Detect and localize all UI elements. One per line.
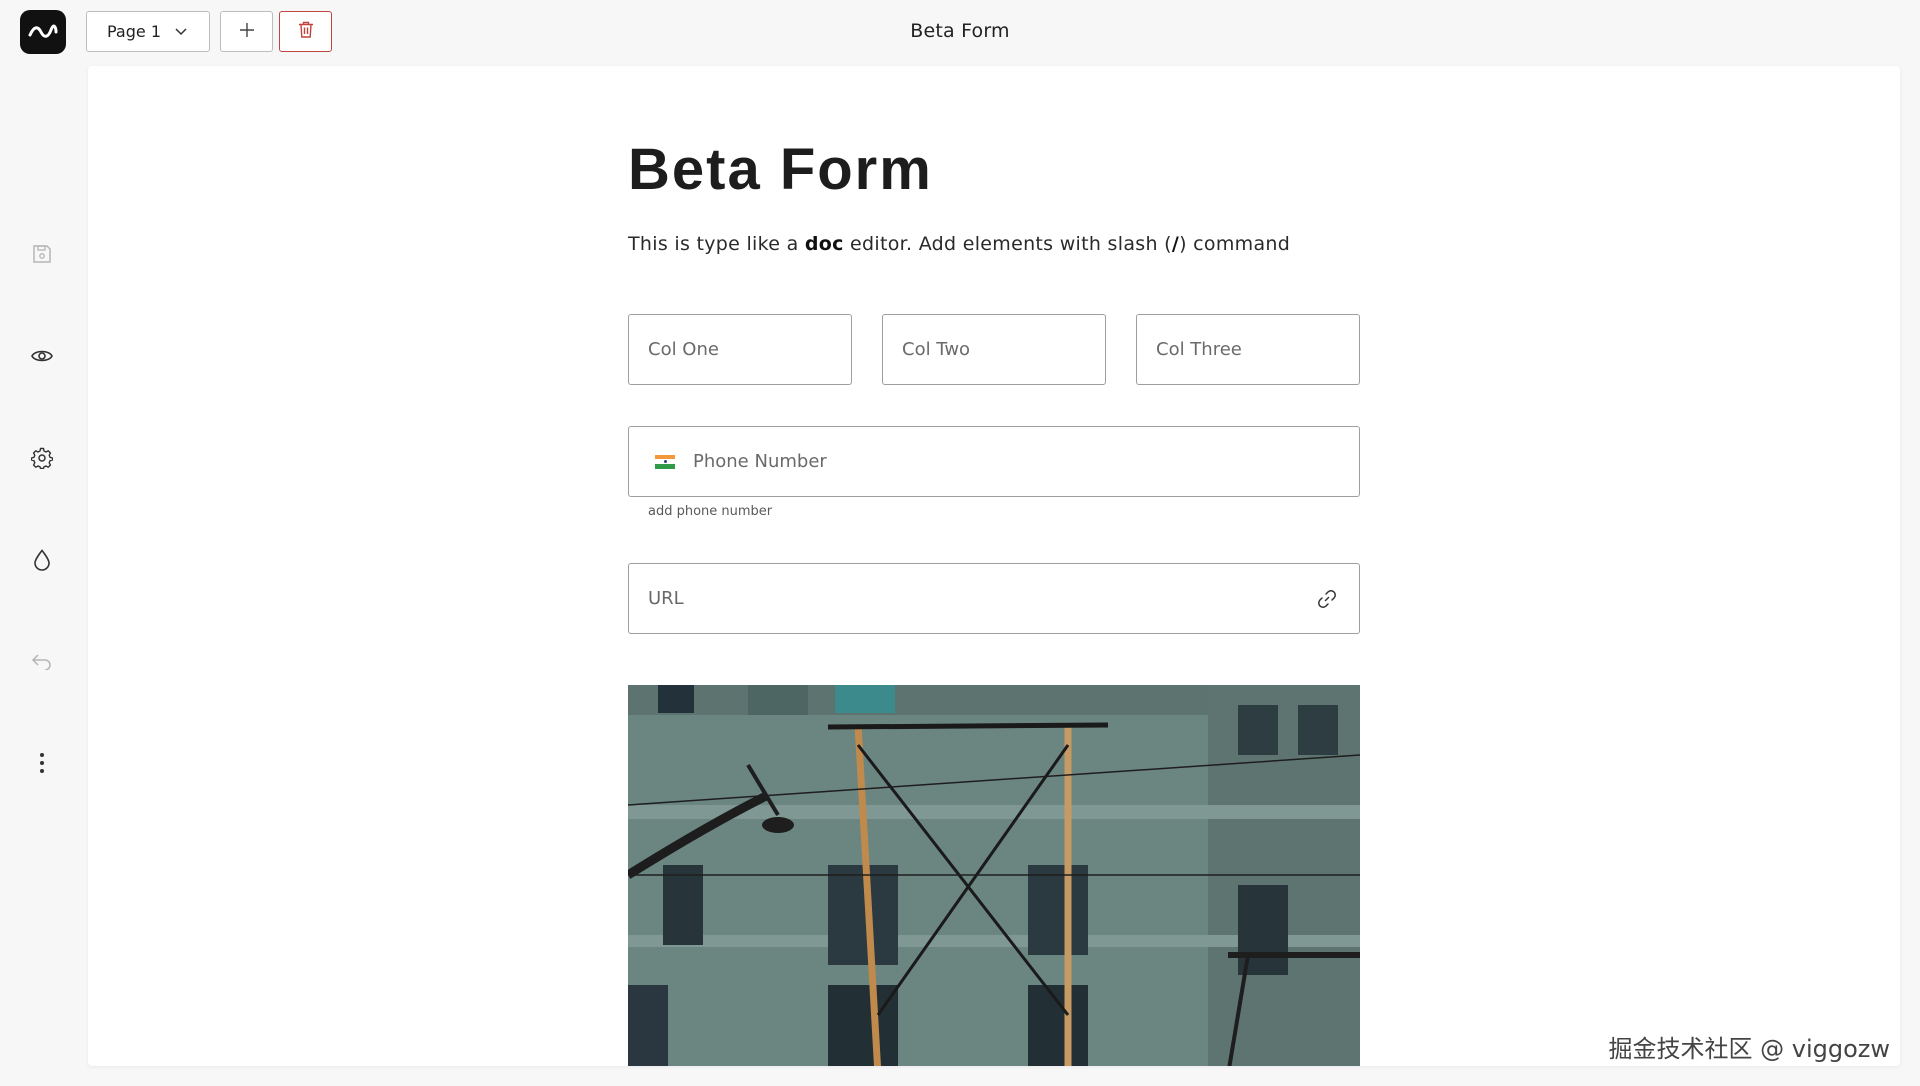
eye-icon[interactable] — [28, 342, 56, 370]
form-description-bold: doc — [804, 233, 844, 255]
india-flag-icon[interactable] — [655, 454, 675, 469]
more-vertical-icon[interactable] — [28, 749, 56, 777]
col-three-input[interactable] — [1156, 339, 1359, 360]
watermark: 掘金技术社区 @ viggozw — [1608, 1035, 1890, 1063]
top-bar: Page 1 Beta Form — [0, 0, 1920, 64]
link-icon[interactable] — [1317, 589, 1337, 609]
droplet-icon[interactable] — [28, 546, 56, 574]
col-one-input[interactable] — [648, 339, 851, 360]
form-canvas: Beta Form This is type like a doc editor… — [88, 66, 1900, 1066]
undo-icon[interactable] — [28, 647, 56, 675]
phone-helper-text: add phone number — [648, 504, 773, 519]
phone-field[interactable] — [628, 426, 1360, 497]
form-description-text: This is type like a — [628, 233, 805, 255]
form-description-text: editor. Add elements with slash ( — [843, 233, 1172, 255]
phone-input[interactable] — [693, 451, 1359, 472]
col-one-field[interactable] — [628, 314, 852, 385]
col-three-field[interactable] — [1136, 314, 1360, 385]
col-two-field[interactable] — [882, 314, 1106, 385]
form-description[interactable]: This is type like a doc editor. Add elem… — [628, 233, 1290, 255]
save-icon[interactable] — [28, 240, 56, 268]
gear-icon[interactable] — [28, 444, 56, 472]
col-two-input[interactable] — [902, 339, 1105, 360]
street-photo-image[interactable] — [628, 685, 1360, 1066]
url-input[interactable] — [648, 588, 1317, 609]
app-title: Beta Form — [910, 20, 1010, 42]
form-description-text: ) command — [1179, 233, 1291, 255]
url-field[interactable] — [628, 563, 1360, 634]
form-title[interactable]: Beta Form — [628, 136, 933, 203]
